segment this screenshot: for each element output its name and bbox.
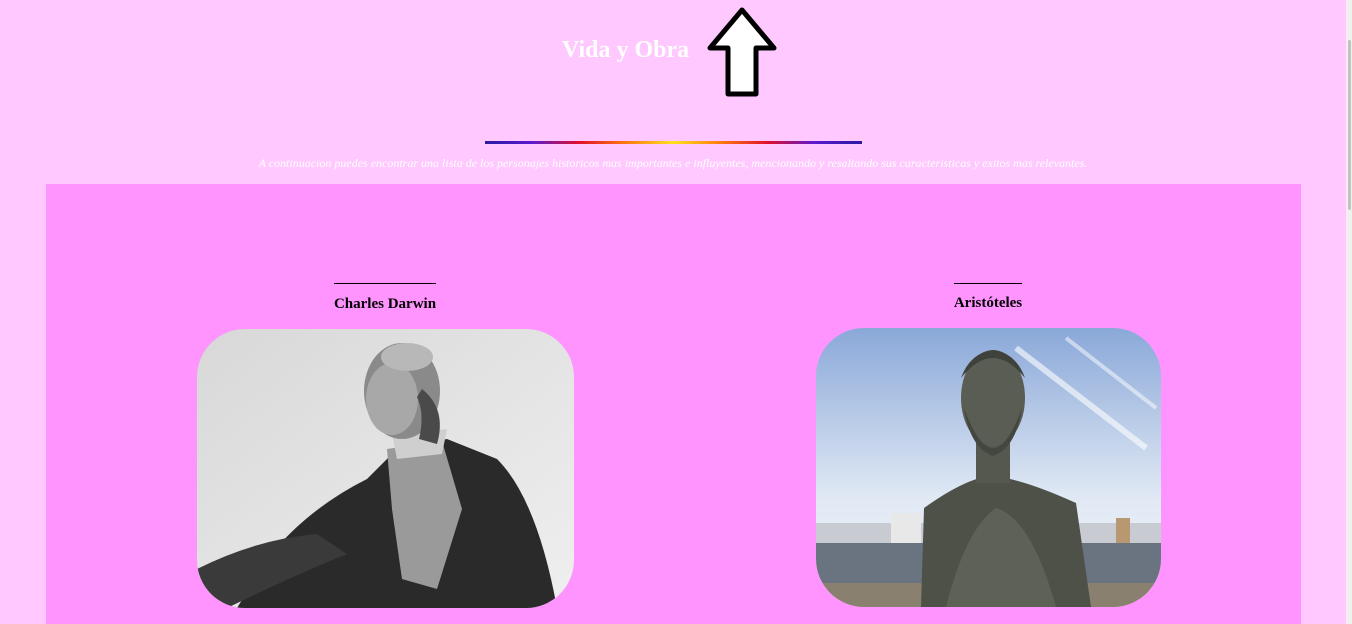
- decorative-divider: [485, 141, 862, 144]
- person-name-aristoteles: Aristóteles: [953, 295, 1023, 311]
- aristoteles-statue-image: [816, 328, 1161, 607]
- card-divider: [954, 283, 1022, 284]
- up-arrow-icon[interactable]: [706, 6, 778, 98]
- page: Vida y Obra A continuacion puedes encont…: [0, 0, 1352, 624]
- header: Vida y Obra A continuacion puedes encont…: [0, 0, 1346, 184]
- people-section: Charles Darwin Aristóteles: [46, 184, 1301, 624]
- card-divider: [334, 283, 436, 284]
- page-title: Vida y Obra: [562, 37, 690, 63]
- darwin-portrait-image: [197, 329, 574, 608]
- intro-text: A continuacion puedes encontrar una list…: [258, 156, 1088, 170]
- person-name-darwin: Charles Darwin: [333, 296, 437, 312]
- scrollbar-thumb[interactable]: [1348, 40, 1351, 210]
